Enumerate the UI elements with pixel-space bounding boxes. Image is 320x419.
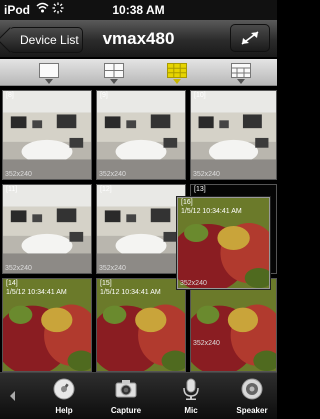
- camera-resolution: 352x240: [99, 265, 126, 272]
- nine-view-button[interactable]: [166, 62, 188, 84]
- single-view-icon: [39, 63, 59, 78]
- camera-resolution: 352x240: [99, 171, 126, 178]
- camera-resolution: 352x240: [193, 171, 220, 178]
- camera-grid: [8] 352x240 [9] 352x240 [10] 352x240 [11…: [0, 87, 277, 372]
- help-icon: [53, 378, 75, 400]
- tab-capture[interactable]: Capture: [101, 375, 151, 419]
- status-bar: iPod 10:38 AM: [0, 0, 277, 20]
- speaker-icon: [241, 378, 263, 400]
- camera-tile-12[interactable]: [12] 352x240: [96, 184, 186, 274]
- camera-index: [11]: [6, 186, 18, 193]
- quad-view-icon: [104, 63, 124, 78]
- fullscreen-button[interactable]: [230, 24, 270, 52]
- camera-tile-10[interactable]: [10] 352x240: [190, 90, 277, 180]
- camera-tile-16-dragging[interactable]: [16] 1/5/12 10:34:41 AM 352x240: [177, 197, 270, 289]
- tab-label: Speaker: [236, 406, 268, 415]
- camera-index: [8]: [6, 92, 14, 99]
- camera-timestamp: 1/5/12 10:34:41 AM: [6, 289, 67, 296]
- clock: 10:38 AM: [112, 3, 165, 17]
- tab-label: Capture: [110, 406, 142, 415]
- office-camera-feed: [3, 91, 91, 179]
- microphone-icon: [183, 378, 199, 400]
- camera-timestamp: 1/5/12 10:34:41 AM: [100, 289, 161, 296]
- tab-help[interactable]: Help: [39, 375, 89, 419]
- office-camera-feed: [97, 185, 185, 273]
- camera-tile-extra[interactable]: 352x240: [190, 278, 277, 372]
- camera-index: [9]: [100, 92, 108, 99]
- camera-index: [12]: [100, 186, 112, 193]
- quad-view-button[interactable]: [103, 62, 125, 84]
- camera-resolution: 352x240: [5, 265, 32, 272]
- office-camera-feed: [191, 91, 276, 179]
- camera-index: [13]: [194, 186, 206, 193]
- apple-camera-feed: [191, 279, 276, 371]
- custom-view-icon: [231, 63, 251, 78]
- tab-label: Help: [55, 406, 73, 415]
- tab-mic[interactable]: Mic: [166, 375, 216, 419]
- scroll-left-icon[interactable]: [10, 391, 15, 401]
- camera-tile-9[interactable]: [9] 352x240: [96, 90, 186, 180]
- nine-view-icon: [167, 63, 187, 78]
- tab-label: Mic: [184, 406, 198, 415]
- camera-index: [14]: [6, 280, 18, 287]
- camera-resolution: 352x240: [180, 280, 207, 287]
- expand-icon: [241, 31, 259, 45]
- camera-timestamp: 1/5/12 10:34:41 AM: [181, 208, 242, 215]
- layout-toolbar: [0, 59, 277, 86]
- camera-tile-11[interactable]: [11] 352x240: [2, 184, 92, 274]
- camera-resolution: 352x240: [5, 171, 32, 178]
- camera-index: [15]: [100, 280, 112, 287]
- office-camera-feed: [3, 185, 91, 273]
- office-camera-feed: [97, 91, 185, 179]
- camera-index: [16]: [181, 199, 193, 206]
- app-root: { "status": { "carrier": "iPod", "time":…: [0, 0, 277, 419]
- camera-tile-14[interactable]: [14] 1/5/12 10:34:41 AM: [2, 278, 92, 372]
- tab-bar: Help Capture Mic Speaker: [0, 372, 277, 419]
- camera-icon: [115, 380, 137, 398]
- tab-speaker[interactable]: Speaker: [227, 375, 277, 419]
- camera-tile-15[interactable]: [15] 1/5/12 10:34:41 AM: [96, 278, 186, 372]
- camera-index: [10]: [194, 92, 206, 99]
- camera-resolution: 352x240: [193, 340, 220, 347]
- camera-tile-8[interactable]: [8] 352x240: [2, 90, 92, 180]
- single-view-button[interactable]: [38, 62, 60, 84]
- custom-view-button[interactable]: [230, 62, 252, 84]
